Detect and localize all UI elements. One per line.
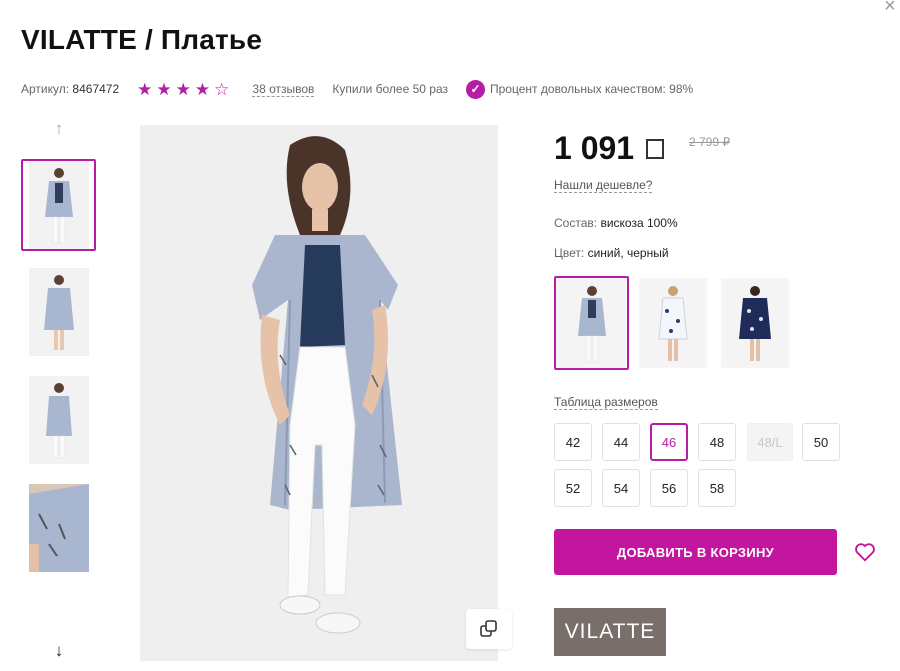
quality-badge: ✓ Процент довольных качеством: 98% — [466, 79, 694, 99]
model-photo — [140, 125, 498, 661]
color-variant-white-floral[interactable] — [639, 278, 707, 368]
size-option-48[interactable]: 48 — [698, 423, 736, 461]
found-cheaper-link[interactable]: Нашли дешевле? — [554, 178, 653, 193]
size-option-42[interactable]: 42 — [554, 423, 592, 461]
composition: Состав: вискоза 100% — [554, 216, 678, 230]
color-variant-blue-striped[interactable] — [554, 276, 629, 370]
reviews-link[interactable]: 38 отзывов — [252, 82, 315, 97]
dress-photo-thumb — [28, 161, 89, 249]
close-icon: × — [884, 0, 896, 17]
size-option-54[interactable]: 54 — [602, 469, 640, 507]
size-option-56[interactable]: 56 — [650, 469, 688, 507]
main-product-image[interactable] — [140, 125, 498, 661]
size-option-52[interactable]: 52 — [554, 469, 592, 507]
color-variant-photo — [645, 281, 701, 365]
purchase-count: Купили более 50 раз — [332, 82, 448, 96]
color-info: Цвет: синий, черный — [554, 246, 669, 260]
gallery-thumbnail[interactable] — [21, 266, 96, 358]
brand-logo[interactable]: VILATTE — [554, 608, 666, 656]
current-price: 1 091 — [554, 130, 665, 167]
dress-detail-thumb — [28, 484, 89, 572]
color-variant-photo — [727, 281, 783, 365]
color-variant-photo — [563, 281, 620, 365]
heart-icon — [855, 543, 875, 562]
add-to-cart-button[interactable]: ДОБАВИТЬ В КОРЗИНУ — [554, 529, 837, 575]
check-icon: ✓ — [466, 79, 485, 99]
size-table-link[interactable]: Таблица размеров — [554, 395, 658, 410]
article-number: Артикул: 8467472 — [21, 82, 120, 96]
price-value: 1 091 — [554, 130, 635, 166]
zoom-button[interactable] — [466, 609, 512, 649]
favorite-button[interactable] — [854, 541, 876, 563]
gallery-thumbnail[interactable] — [21, 482, 96, 574]
star-empty-icon: ☆ — [214, 79, 230, 99]
arrow-up-icon[interactable]: ↑ — [50, 119, 68, 139]
size-option-44[interactable]: 44 — [602, 423, 640, 461]
size-option-48-l: 48/L — [747, 423, 793, 461]
quality-text: Процент довольных качеством: 98% — [490, 82, 694, 96]
star-filled-icon: ★ — [194, 79, 211, 99]
zoom-icon — [480, 620, 497, 637]
rating-stars: ★ ★ ★ ★ ☆ — [137, 81, 229, 98]
star-filled-icon: ★ — [175, 79, 191, 99]
currency-icon — [646, 138, 665, 159]
arrow-down-icon[interactable]: ↓ — [50, 641, 68, 661]
gallery-thumbnail[interactable] — [21, 374, 96, 466]
dress-photo-thumb — [28, 376, 89, 464]
dress-photo-thumb — [28, 268, 89, 356]
star-filled-icon: ★ — [137, 79, 153, 99]
old-price: 2 799 ₽ — [689, 135, 730, 149]
gallery-thumbnail[interactable] — [21, 159, 96, 251]
size-option-46[interactable]: 46 — [650, 423, 688, 461]
page-title: VILATTE / Платье — [21, 24, 263, 55]
star-filled-icon: ★ — [156, 79, 172, 99]
color-variant-navy-floral[interactable] — [721, 278, 789, 368]
close-button[interactable]: × — [884, 0, 900, 17]
size-option-50[interactable]: 50 — [802, 423, 840, 461]
size-option-58[interactable]: 58 — [698, 469, 736, 507]
product-meta: Артикул: 8467472 ★ ★ ★ ★ ☆ 38 отзывов Ку… — [21, 79, 693, 99]
